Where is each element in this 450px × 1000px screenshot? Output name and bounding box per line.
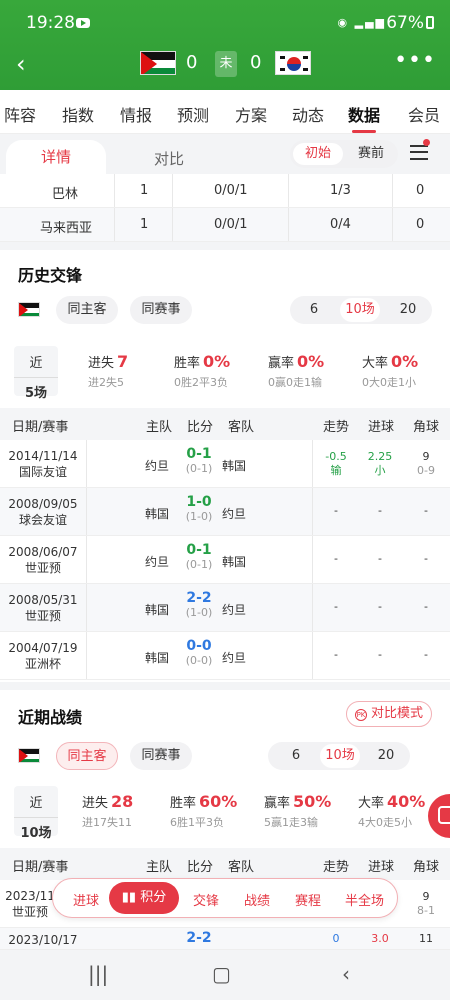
tab-predict[interactable]: 预测 <box>177 102 209 126</box>
odds-initial-button[interactable]: 初始 <box>293 143 343 165</box>
away-score: 0 <box>250 52 262 73</box>
table-row[interactable]: 2008/09/05 球会友谊 韩国 1-0 (1-0) 约旦 - - - <box>0 488 450 536</box>
cell: 1 <box>140 183 149 198</box>
more-icon[interactable]: ••• <box>394 48 436 73</box>
nav-h2h[interactable]: 交锋 <box>193 890 219 909</box>
system-nav-bar: ||| ▢ ‹ <box>0 950 450 1000</box>
section-title: 近期战绩 <box>18 708 83 727</box>
company-name: 马来西亚 <box>40 221 93 236</box>
tab-member[interactable]: 会员 <box>408 102 440 126</box>
pk-icon: PK <box>354 709 367 721</box>
subtab-compare[interactable]: 对比 <box>154 148 184 169</box>
odds-card: 巴林 1 0/0/1 1/3 0 马来西亚 1 0/0/1 0/4 0 <box>0 174 450 242</box>
stat-cover-rate: 赢率 50% 5赢1走3输 <box>264 792 332 829</box>
stat-cover-rate: 赢率 0% 0赢0走1输 <box>268 352 325 389</box>
section-title: 历史交锋 <box>18 266 83 285</box>
stat-over-rate: 大率 0% 0大0走1小 <box>362 352 419 389</box>
count-option[interactable]: 20 <box>366 742 406 770</box>
summary-box: 近 5场 <box>14 346 58 401</box>
tab-news[interactable]: 动态 <box>292 102 324 126</box>
stat-over-rate: 大率 40% 4大0走5小 <box>358 792 426 829</box>
nav-goals[interactable]: 进球 <box>73 890 99 909</box>
count-option-selected[interactable]: 10场 <box>320 744 360 768</box>
korea-flag-icon <box>275 51 311 75</box>
subtab-detail[interactable]: 详情 <box>6 140 106 174</box>
recent-apps-icon[interactable]: ||| <box>88 962 108 986</box>
table-row[interactable]: 2008/05/31 世亚预 韩国 2-2 (1-0) 约旦 - - - <box>0 584 450 632</box>
tab-lineup[interactable]: 阵容 <box>4 102 36 126</box>
status-bar: 19:28 ◉ ▂▄▆ 67% <box>0 0 450 42</box>
stat-goals: 进失 28 进17失11 <box>82 792 134 829</box>
nav-schedule[interactable]: 赛程 <box>295 890 321 909</box>
cell: 0 <box>416 217 425 232</box>
compare-mode-button[interactable]: PK 对比模式 <box>346 701 432 727</box>
count-option[interactable]: 20 <box>388 296 428 324</box>
home-score: 0 <box>186 52 198 73</box>
nav-record[interactable]: 战绩 <box>244 890 270 909</box>
jordan-flag-icon <box>18 748 40 763</box>
cell: 0/0/1 <box>214 217 248 232</box>
table-row: 巴林 1 0/0/1 1/3 0 <box>0 174 450 208</box>
back-nav-icon[interactable]: ‹ <box>342 962 350 986</box>
cell: 1 <box>140 217 149 232</box>
table-row: 马来西亚 1 0/0/1 0/4 0 <box>0 208 450 242</box>
stat-win-rate: 胜率 0% 0胜2平3负 <box>174 352 231 389</box>
nav-points[interactable]: ▮▮ 积分 <box>109 882 179 914</box>
table-header: 日期/赛事 主队 比分 客队 走势 进球 角球 <box>0 408 450 440</box>
count-option[interactable]: 6 <box>276 742 316 770</box>
filter-same-comp[interactable]: 同赛事 <box>130 742 192 770</box>
jordan-flag-icon <box>140 51 176 75</box>
table-row[interactable]: 2023/10/17 2-2 0 3.0 11 <box>0 928 450 950</box>
tab-index[interactable]: 指数 <box>62 102 94 126</box>
h2h-card: 历史交锋 同主客 同赛事 6 10场 20 近 5场 进失 7 进2失5 胜率 0% 0… <box>0 250 450 682</box>
tab-intel[interactable]: 情报 <box>120 102 152 126</box>
odds-pre-button[interactable]: 赛前 <box>348 140 394 168</box>
table-row[interactable]: 2014/11/14 国际友谊 约旦 0-1 (0-1) 韩国 -0.5 输 2.25… <box>0 440 450 488</box>
bar-chart-icon: ▮▮ <box>121 890 141 905</box>
back-icon[interactable]: ‹ <box>16 50 26 78</box>
cell: 0 <box>416 183 425 198</box>
top-tabs: 阵容 指数 情报 预测 方案 动态 数据 会员 <box>0 90 450 134</box>
company-name: 巴林 <box>52 187 79 202</box>
odds-toggle: 初始 赛前 <box>290 140 398 168</box>
table-row[interactable]: 2008/06/07 世亚预 约旦 0-1 (0-1) 韩国 - - - <box>0 536 450 584</box>
cell: 0/0/1 <box>214 183 248 198</box>
count-selector: 6 10场 20 <box>290 296 432 324</box>
signal-icons: ◉ ▂▄▆ <box>337 16 386 29</box>
count-option-selected[interactable]: 10场 <box>340 298 380 322</box>
menu-icon[interactable] <box>410 145 428 160</box>
match-state-badge: 未 <box>215 51 237 77</box>
status-time: 19:28 <box>26 13 75 33</box>
match-header: 19:28 ◉ ▂▄▆ 67% ‹ 0 未 0 ••• <box>0 0 450 90</box>
cell: 1/3 <box>330 183 351 198</box>
tab-data[interactable]: 数据 <box>348 102 380 126</box>
summary-box: 近 10场 <box>14 786 58 841</box>
tab-plan[interactable]: 方案 <box>235 102 267 126</box>
section-nav-bar: 进球 ▮▮ 积分 交锋 战绩 赛程 半全场 <box>52 878 398 918</box>
filter-same-venue[interactable]: 同主客 <box>56 742 118 770</box>
table-row[interactable]: 2004/07/19 亚洲杯 韩国 0-0 (0-0) 约旦 - - - <box>0 632 450 680</box>
youtube-icon <box>76 18 90 28</box>
stat-goals: 进失 7 进2失5 <box>88 352 129 389</box>
battery-icon <box>426 16 434 29</box>
jordan-flag-icon <box>18 302 40 317</box>
stat-win-rate: 胜率 60% 6胜1平3负 <box>170 792 238 829</box>
filter-same-venue[interactable]: 同主客 <box>56 296 118 324</box>
cell: 0/4 <box>330 217 351 232</box>
table-header: 日期/赛事 主队 比分 客队 走势 进球 角球 <box>0 848 450 880</box>
count-option[interactable]: 6 <box>294 296 334 324</box>
count-selector: 6 10场 20 <box>268 742 410 770</box>
battery: 67% <box>386 13 434 33</box>
tab-active-indicator <box>352 130 376 133</box>
nav-halffull[interactable]: 半全场 <box>345 890 384 909</box>
filter-same-comp[interactable]: 同赛事 <box>130 296 192 324</box>
notification-dot <box>423 139 430 146</box>
home-icon[interactable]: ▢ <box>212 962 231 986</box>
